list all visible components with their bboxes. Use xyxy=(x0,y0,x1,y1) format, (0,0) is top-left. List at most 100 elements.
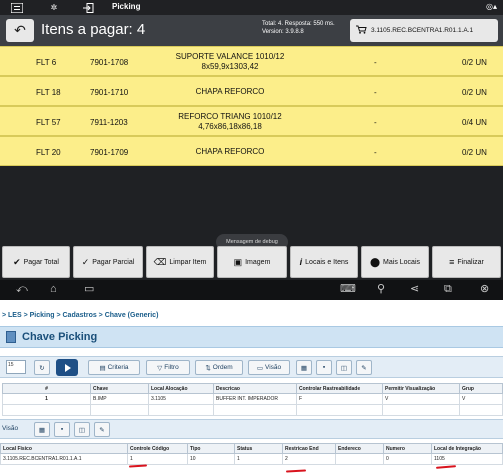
nav-recents-icon[interactable]: ▭ xyxy=(84,283,94,296)
page-title: Chave Picking xyxy=(22,331,98,343)
cell-number: 1 xyxy=(2,393,91,405)
cell-local-alocacao: 3.1105 xyxy=(148,393,214,405)
nav-back-icon[interactable]: ⤺ xyxy=(16,283,28,296)
play-icon xyxy=(65,363,71,372)
location-icon[interactable]: ⚲ xyxy=(377,283,385,296)
save-icon[interactable]: ▪ xyxy=(54,422,70,437)
pay-partial-button[interactable]: ✓ Pagar Parcial xyxy=(73,246,143,278)
filter-icon: ▽ xyxy=(157,364,163,372)
screen-mirror-icon[interactable]: ⧉ xyxy=(444,283,452,296)
export-icon[interactable]: ▦ xyxy=(34,422,50,437)
col-local-integracao[interactable]: Local de Integração xyxy=(431,443,503,454)
breadcrumb[interactable]: > LES > Picking > Cadastros > Chave (Gen… xyxy=(0,312,503,324)
view-icon: ▭ xyxy=(256,364,263,372)
filter-button[interactable]: ▽ Filtro xyxy=(146,360,190,375)
item-dash: - xyxy=(374,87,377,97)
picking-app: ✲ Picking ◎▴ ↶ Itens a pagar: 4 Total: 4… xyxy=(0,0,503,300)
item-qty: 0/2 UN xyxy=(462,57,487,67)
cell-local-integracao: 1105 xyxy=(431,453,503,465)
code-icon[interactable]: ◫ xyxy=(336,360,352,375)
cell-endereco xyxy=(335,453,384,465)
item-ref: 7901-1708 xyxy=(90,57,129,67)
keyboard-icon[interactable]: ⌨ xyxy=(340,283,356,296)
col-tipo[interactable]: Tipo xyxy=(187,443,235,454)
sort-label: Ordem xyxy=(212,364,233,371)
col-controlar-rastreabilidade[interactable]: Controlar Rastreabilidade xyxy=(296,383,383,394)
back-button[interactable]: ↶ xyxy=(6,19,34,42)
col-number[interactable]: # xyxy=(2,383,91,394)
cart-icon xyxy=(356,25,367,36)
red-annotation-mark xyxy=(435,465,457,469)
picking-header: ↶ Itens a pagar: 4 Total: 4. Resposta: 5… xyxy=(0,15,503,46)
col-descricao[interactable]: Descricao xyxy=(213,383,297,394)
cell-grupo: V xyxy=(459,393,503,405)
menu-icon[interactable] xyxy=(10,2,24,13)
clear-item-label: Limpar Item xyxy=(169,258,207,266)
finish-button[interactable]: ≡ Finalizar xyxy=(432,246,501,278)
user-icon[interactable]: ◎▴ xyxy=(486,2,497,11)
double-check-icon: ✔ xyxy=(13,256,21,267)
cart-location-label: 3.1105.REC.BCENTRA1.R01.1.A.1 xyxy=(371,27,474,34)
list-item[interactable]: FLT 57 7911-1203 REFORCO TRIANG 1010/12 4… xyxy=(0,106,503,136)
item-description: CHAPA REFORCO xyxy=(195,87,265,96)
refresh-icon[interactable]: ↻ xyxy=(34,360,50,375)
nav-home-icon[interactable]: ⌂ xyxy=(50,283,57,296)
cell-chave: B.IMP xyxy=(90,393,149,405)
more-locations-button[interactable]: ⬤ Mais Locais xyxy=(361,246,429,278)
col-grupo[interactable]: Grup xyxy=(459,383,503,394)
col-restricao-end[interactable]: Restricao End xyxy=(282,443,336,454)
item-ref: 7901-1710 xyxy=(90,87,129,97)
status-bar: ✲ Picking ◎▴ xyxy=(0,0,503,15)
col-local-alocacao[interactable]: Local Alocação xyxy=(148,383,214,394)
sort-icon: ⇅ xyxy=(205,364,211,372)
close-icon[interactable]: ⊗ xyxy=(480,283,489,296)
exit-icon[interactable] xyxy=(81,2,95,13)
view-button[interactable]: ▭ Visão xyxy=(248,360,290,375)
item-description: REFORCO TRIANG 1010/12 4,76x86,18x86,18 xyxy=(160,107,300,137)
settings-icon[interactable]: ✎ xyxy=(94,422,110,437)
col-local-fisico[interactable]: Local Fisico xyxy=(0,443,128,454)
gear-icon[interactable]: ✲ xyxy=(47,2,61,13)
run-button[interactable] xyxy=(56,359,78,376)
item-dash: - xyxy=(374,57,377,67)
table-row-empty xyxy=(2,404,503,416)
table-row[interactable]: 3.1105.REC.BCENTRA1.R01.1.A.1 1 10 1 2 0… xyxy=(0,453,503,465)
page-title-bar: Chave Picking xyxy=(0,326,503,348)
list-item[interactable]: FLT 6 7901-1708 SUPORTE VALANCE 1010/12 8… xyxy=(0,46,503,76)
response-total: Total: 4. Resposta: 550 ms. xyxy=(262,21,335,27)
camera-icon: ▣ xyxy=(233,256,243,267)
sort-button[interactable]: ⇅ Ordem xyxy=(195,360,243,375)
page-size-select[interactable]: 15 xyxy=(6,360,26,374)
item-dash: - xyxy=(374,117,377,127)
share-icon[interactable]: ⋖ xyxy=(410,283,419,296)
list-item[interactable]: FLT 18 7901-1710 CHAPA REFORCO - 0/2 UN xyxy=(0,76,503,106)
export-icon[interactable]: ▦ xyxy=(296,360,312,375)
pay-total-button[interactable]: ✔ Pagar Total xyxy=(2,246,70,278)
info-icon: i xyxy=(299,257,303,267)
col-numero[interactable]: Numero xyxy=(383,443,432,454)
table-row[interactable]: 1 B.IMP 3.1105 BUFFER INT. IMPERADOR F V… xyxy=(2,393,503,405)
cell-local-fisico: 3.1105.REC.BCENTRA1.R01.1.A.1 xyxy=(0,453,128,465)
grid-header-row: # Chave Local Alocação Descricao Control… xyxy=(2,383,503,394)
col-status[interactable]: Status xyxy=(234,443,283,454)
col-endereco[interactable]: Endereco xyxy=(335,443,384,454)
item-code: FLT 18 xyxy=(36,87,61,97)
filter-label: Filtro xyxy=(164,364,179,371)
save-icon[interactable]: ▪ xyxy=(316,360,332,375)
action-bar: ✔ Pagar Total ✓ Pagar Parcial ⌫ Limpar I… xyxy=(0,246,503,280)
cart-location-button[interactable]: 3.1105.REC.BCENTRA1.R01.1.A.1 xyxy=(350,19,498,42)
col-chave[interactable]: Chave xyxy=(90,383,149,394)
code-icon[interactable]: ◫ xyxy=(74,422,90,437)
clear-item-button[interactable]: ⌫ Limpar Item xyxy=(146,246,214,278)
image-button[interactable]: ▣ Imagem xyxy=(217,246,287,278)
col-permitir-visualizacao[interactable]: Permitir Visualização xyxy=(382,383,460,394)
detail-view-label[interactable]: Visão xyxy=(2,425,18,432)
cell-controle-codigo: 1 xyxy=(127,453,188,465)
locations-items-button[interactable]: i Locais e Itens xyxy=(290,246,358,278)
document-icon xyxy=(6,331,16,343)
criteria-button[interactable]: ▤ Criteria xyxy=(88,360,140,375)
list-item[interactable]: FLT 20 7901-1709 CHAPA REFORCO - 0/2 UN xyxy=(0,136,503,166)
pay-partial-label: Pagar Parcial xyxy=(92,258,135,266)
settings-icon[interactable]: ✎ xyxy=(356,360,372,375)
col-controle-codigo[interactable]: Controle Código xyxy=(127,443,188,454)
